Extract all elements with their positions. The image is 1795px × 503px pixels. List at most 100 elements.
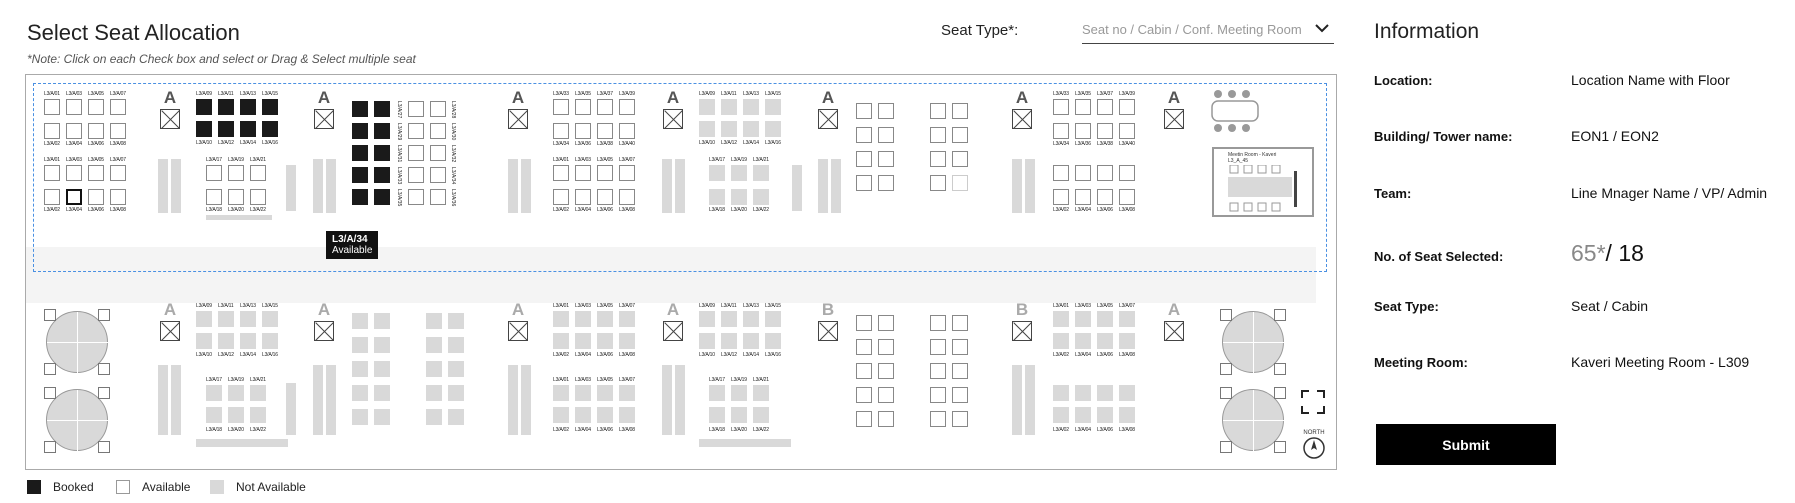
seat[interactable] [952,151,968,167]
seat[interactable] [856,411,872,427]
seat[interactable] [856,315,872,331]
seat[interactable] [250,189,266,205]
seat[interactable] [1119,99,1135,115]
seat[interactable] [1053,165,1069,181]
seat[interactable] [88,165,104,181]
seat[interactable] [575,165,591,181]
seat[interactable] [952,103,968,119]
seat[interactable] [856,127,872,143]
seat[interactable] [1053,189,1069,205]
seat[interactable] [597,99,613,115]
seat[interactable] [597,165,613,181]
seat[interactable] [66,123,82,139]
seat[interactable] [430,101,446,117]
seat[interactable] [1119,189,1135,205]
seat[interactable] [878,363,894,379]
seat[interactable] [952,175,968,191]
seat[interactable] [250,165,266,181]
seat[interactable] [1097,189,1113,205]
seat[interactable] [110,123,126,139]
seat[interactable] [88,99,104,115]
seat[interactable] [856,175,872,191]
seat[interactable] [44,99,60,115]
seat[interactable] [1119,165,1135,181]
seat[interactable] [430,189,446,205]
seat[interactable] [856,151,872,167]
seat[interactable] [408,123,424,139]
fullscreen-expand-icon[interactable] [1300,389,1326,415]
seat[interactable] [878,339,894,355]
seat[interactable] [930,339,946,355]
seat[interactable] [430,123,446,139]
seat[interactable] [110,189,126,205]
seat[interactable] [1097,165,1113,181]
floor-plan[interactable]: L3/A/01 L3/A/03 L3/A/05 L3/A/07 L3/A/02 … [25,74,1337,470]
seat[interactable] [553,165,569,181]
seat[interactable] [878,151,894,167]
seat[interactable] [878,315,894,331]
seat[interactable] [553,99,569,115]
seat[interactable] [952,315,968,331]
seat[interactable] [88,189,104,205]
seat[interactable] [206,189,222,205]
seat[interactable] [408,189,424,205]
seat[interactable] [575,123,591,139]
seat[interactable] [930,315,946,331]
seat[interactable] [930,363,946,379]
seat[interactable] [930,151,946,167]
seat[interactable] [1075,99,1091,115]
seat[interactable] [619,99,635,115]
seat[interactable] [856,339,872,355]
seat[interactable] [228,165,244,181]
seat[interactable] [1075,165,1091,181]
seat[interactable] [206,165,222,181]
seat[interactable] [44,189,60,205]
seat[interactable] [1097,99,1113,115]
seat[interactable] [1053,99,1069,115]
seat[interactable] [952,411,968,427]
seat[interactable] [597,189,613,205]
seat[interactable] [110,165,126,181]
seat[interactable] [228,189,244,205]
seat[interactable] [930,103,946,119]
seat[interactable] [1097,123,1113,139]
seat[interactable] [110,99,126,115]
seat[interactable] [44,123,60,139]
seat-type-dropdown[interactable]: Seat no / Cabin / Conf. Meeting Room [1082,16,1334,44]
seat[interactable] [856,387,872,403]
seat[interactable] [1119,123,1135,139]
seat[interactable] [952,127,968,143]
seat[interactable] [930,175,946,191]
seat[interactable] [66,165,82,181]
seat[interactable] [408,167,424,183]
seat[interactable] [878,175,894,191]
seat[interactable] [952,363,968,379]
seat[interactable] [430,167,446,183]
seat[interactable] [856,103,872,119]
seat[interactable] [1075,189,1091,205]
seat[interactable] [930,387,946,403]
seat[interactable] [619,123,635,139]
seat[interactable] [597,123,613,139]
seat[interactable] [66,99,82,115]
seat[interactable] [88,123,104,139]
seat[interactable] [430,145,446,161]
seat[interactable] [44,165,60,181]
seat[interactable] [878,387,894,403]
seat[interactable] [1053,123,1069,139]
seat[interactable] [553,189,569,205]
meeting-room-kaveri[interactable]: Meetin Room - Kaveri L3_A_45 [1212,147,1314,217]
seat[interactable] [575,99,591,115]
seat-selected[interactable] [66,189,82,205]
seat[interactable] [856,363,872,379]
seat[interactable] [408,145,424,161]
seat[interactable] [553,123,569,139]
seat[interactable] [619,165,635,181]
seat[interactable] [1075,123,1091,139]
seat[interactable] [575,189,591,205]
seat[interactable] [952,387,968,403]
seat[interactable] [878,127,894,143]
seat[interactable] [408,101,424,117]
seat[interactable] [930,411,946,427]
seat[interactable] [930,127,946,143]
